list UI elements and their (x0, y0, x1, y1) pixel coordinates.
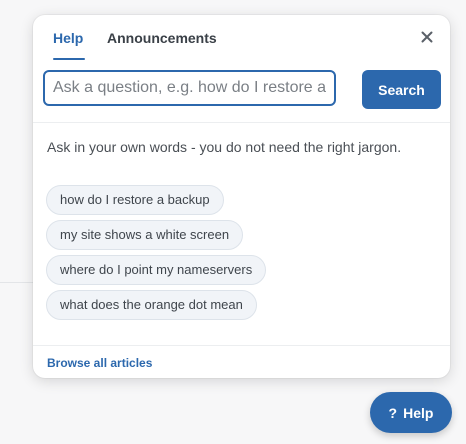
browse-all-articles-link[interactable]: Browse all articles (47, 355, 152, 371)
search-button[interactable]: Search (362, 70, 441, 109)
help-panel: Help Announcements Search Ask in your ow… (33, 15, 450, 378)
background-divider (0, 282, 34, 283)
suggestion-list: how do I restore a backup my site shows … (46, 185, 267, 325)
suggestion-chip[interactable]: where do I point my nameservers (46, 255, 267, 285)
search-row: Search (33, 69, 450, 111)
help-fab-button[interactable]: ? Help (370, 392, 452, 433)
panel-divider-top (33, 122, 450, 123)
close-button[interactable] (416, 26, 438, 48)
active-tab-indicator (53, 58, 86, 60)
hint-text: Ask in your own words - you do not need … (47, 139, 402, 155)
tab-announcements[interactable]: Announcements (107, 15, 217, 60)
panel-divider-bottom (33, 345, 450, 346)
tab-help[interactable]: Help (53, 15, 86, 60)
tab-help-label: Help (53, 30, 84, 46)
help-fab-label: Help (403, 404, 434, 421)
suggestion-chip[interactable]: my site shows a white screen (46, 220, 244, 250)
question-mark-icon: ? (388, 404, 398, 421)
help-panel-tabs: Help Announcements (33, 15, 450, 60)
suggestion-chip[interactable]: what does the orange dot mean (46, 290, 257, 320)
search-input[interactable] (43, 70, 336, 106)
tab-announcements-label: Announcements (107, 30, 217, 46)
suggestion-chip[interactable]: how do I restore a backup (46, 185, 224, 215)
close-icon (421, 31, 433, 43)
